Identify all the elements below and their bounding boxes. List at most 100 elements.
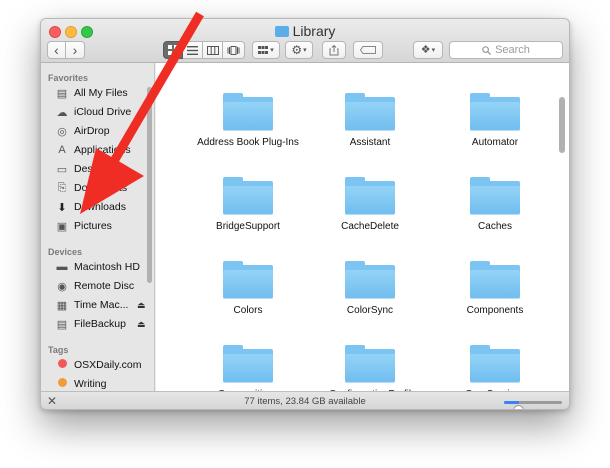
- search-field[interactable]: Search: [449, 41, 563, 59]
- sidebar-item-all-my-files[interactable]: ▤ All My Files: [55, 84, 128, 102]
- drive-icon: ▤: [56, 318, 68, 331]
- folder-icon: [345, 93, 395, 131]
- sidebar-item-macintosh-hd[interactable]: ▬ Macintosh HD: [55, 258, 140, 276]
- eject-icon[interactable]: ⏏: [137, 319, 146, 330]
- sidebar-item-downloads[interactable]: ⬇ Downloads: [55, 198, 126, 216]
- folder-name: Colors: [233, 305, 263, 316]
- sidebar-header-devices: Devices: [48, 247, 83, 257]
- folder-icon: [470, 177, 520, 215]
- sidebar-item-remote-disc[interactable]: ◉ Remote Disc: [55, 277, 134, 295]
- sidebar-item-label: Pictures: [74, 220, 112, 232]
- tag-icon: [360, 46, 376, 54]
- tag-color-dot: [55, 359, 69, 371]
- sidebar-item-applications[interactable]: A Applications: [55, 141, 131, 159]
- columns-icon: [206, 45, 219, 55]
- sidebar-item-desktop[interactable]: ▭ Desktop: [55, 160, 113, 178]
- window-title: Library: [41, 23, 569, 39]
- sidebar-item-icloud-drive[interactable]: ☁ iCloud Drive: [55, 103, 132, 121]
- folder-name: BridgeSupport: [216, 221, 280, 232]
- sidebar-item-documents[interactable]: ⎘ Documents: [55, 179, 128, 197]
- folder-icon: [470, 261, 520, 299]
- arrange-grid-icon: [258, 45, 269, 54]
- folder-icon: [470, 93, 520, 131]
- view-mode-control: [163, 41, 245, 59]
- arrange-button[interactable]: ▾: [252, 41, 280, 59]
- icon-view-button[interactable]: [163, 41, 183, 59]
- sidebar: Favorites ▤ All My Files ☁ iCloud Drive ◎ A…: [41, 63, 155, 391]
- cover-flow-icon: [227, 45, 240, 55]
- folder-icon: [345, 261, 395, 299]
- sidebar-item-label: Documents: [74, 182, 128, 194]
- folder-icon: [345, 345, 395, 383]
- folder-icon: [223, 93, 273, 131]
- sidebar-item-airdrop[interactable]: ◎ AirDrop: [55, 122, 110, 140]
- downloads-icon: ⬇: [57, 201, 67, 214]
- cloud-icon: ☁: [56, 106, 68, 119]
- grid-icon: [168, 45, 178, 55]
- sidebar-item-filebackup[interactable]: ▤ FileBackup ⏏: [55, 315, 146, 333]
- list-view-button[interactable]: [183, 41, 203, 59]
- slider-fill: [504, 401, 519, 404]
- sidebar-item-label: Downloads: [74, 201, 126, 213]
- back-button[interactable]: ‹: [47, 41, 66, 59]
- sidebar-item-label: Remote Disc: [74, 280, 135, 292]
- share-icon: [329, 44, 339, 55]
- sidebar-item-pictures[interactable]: ▣ Pictures: [55, 217, 112, 235]
- airdrop-icon: ◎: [57, 125, 67, 138]
- sidebar-item-label: Macintosh HD: [74, 261, 140, 273]
- dropbox-icon: ❖: [420, 43, 431, 56]
- sidebar-item-label: Writing: [74, 378, 107, 390]
- column-view-button[interactable]: [203, 41, 223, 59]
- cover-flow-button[interactable]: [223, 41, 245, 59]
- slider-knob[interactable]: [513, 405, 524, 409]
- pictures-icon: ▣: [56, 220, 68, 233]
- folder-name: Components: [466, 305, 524, 316]
- file-browser: Address Book Plug-Ins Assistant Automator B…: [156, 63, 569, 391]
- sidebar-item-label: Time Mac...: [74, 299, 129, 311]
- status-text: 77 items, 23.84 GB available: [244, 396, 366, 407]
- sidebar-item-label: All My Files: [74, 87, 128, 99]
- sidebar-item-label: Applications: [74, 144, 131, 156]
- sidebar-item-label: AirDrop: [74, 125, 110, 137]
- disk-icon: ▬: [56, 261, 68, 273]
- sidebar-header-favorites: Favorites: [48, 73, 89, 83]
- chevron-down-icon: ▾: [431, 47, 436, 54]
- dropbox-button[interactable]: ❖ ▾: [413, 41, 443, 59]
- search-icon: [482, 45, 492, 55]
- eject-icon[interactable]: ⏏: [137, 300, 146, 311]
- sidebar-scrollbar[interactable]: [147, 87, 152, 283]
- folder-name: Automator: [471, 137, 519, 148]
- folder-name: CacheDelete: [341, 221, 399, 232]
- gear-icon: ⚙: [291, 43, 303, 57]
- chevron-down-icon: ▾: [303, 47, 307, 54]
- content-scrollbar[interactable]: [559, 97, 565, 153]
- folder-name: Address Book Plug-Ins: [197, 137, 299, 148]
- action-button[interactable]: ⚙ ▾: [285, 41, 313, 59]
- tags-button[interactable]: [353, 41, 383, 59]
- folder-icon: [223, 177, 273, 215]
- forward-button[interactable]: ›: [66, 41, 85, 59]
- sidebar-item-label: OSXDaily.com: [74, 359, 142, 371]
- folder-icon: [274, 26, 289, 37]
- chevron-right-icon: ›: [72, 42, 78, 58]
- sidebar-item-tag-osxdaily[interactable]: OSXDaily.com: [55, 356, 142, 374]
- finder-window: Library ‹ › ▾ ⚙ ▾ ❖ ▾ Search Favorites ▤…: [40, 18, 570, 410]
- sidebar-item-tag-writing[interactable]: Writing: [55, 375, 106, 391]
- all-files-icon: ▤: [56, 87, 68, 100]
- folder-name: ColorSync: [346, 305, 394, 316]
- sidebar-item-label: Desktop: [74, 163, 113, 175]
- documents-icon: ⎘: [57, 181, 67, 194]
- share-button[interactable]: [322, 41, 346, 59]
- folder-name: Caches: [478, 221, 512, 232]
- time-machine-icon: ▦: [56, 299, 68, 312]
- chevron-left-icon: ‹: [54, 42, 59, 58]
- chevron-down-icon: ▾: [270, 47, 274, 54]
- status-bar: ✕ 77 items, 23.84 GB available: [41, 391, 569, 409]
- folder-icon: [470, 345, 520, 383]
- tag-color-dot: [55, 378, 69, 390]
- sidebar-item-label: FileBackup: [74, 318, 126, 330]
- icon-size-slider[interactable]: [504, 401, 562, 409]
- search-placeholder: Search: [495, 44, 530, 56]
- sidebar-item-label: iCloud Drive: [74, 106, 132, 118]
- sidebar-item-time-machine[interactable]: ▦ Time Mac... ⏏: [55, 296, 146, 314]
